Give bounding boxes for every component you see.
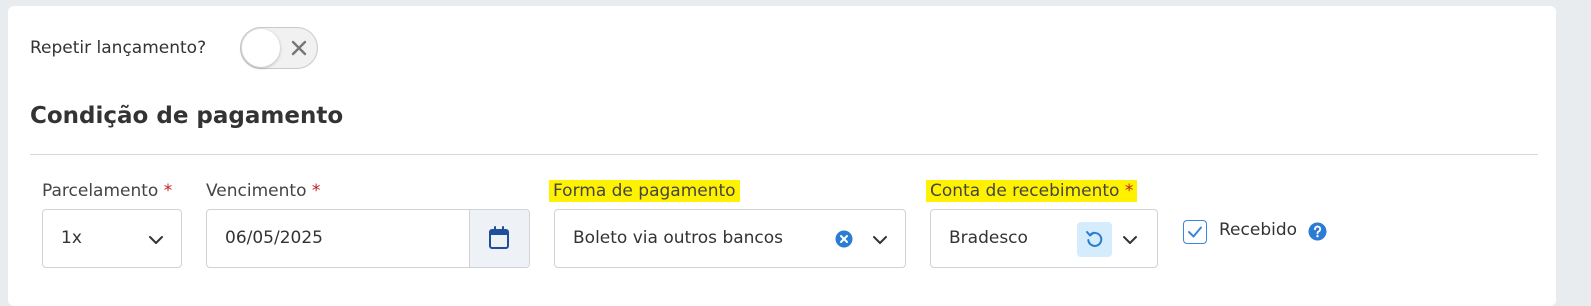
clear-icon[interactable] (835, 230, 853, 252)
required-marker: * (1124, 181, 1134, 201)
forma-pagamento-value: Boleto via outros bancos (573, 228, 784, 248)
parcelamento-label: Parcelamento * (42, 180, 172, 202)
parcelamento-select[interactable]: 1x (42, 209, 182, 268)
recebido-checkbox[interactable] (1183, 220, 1207, 244)
vencimento-label: Vencimento * (206, 180, 320, 202)
required-marker: * (311, 181, 321, 201)
reset-button[interactable] (1077, 222, 1112, 257)
conta-recebimento-select[interactable]: Bradesco (930, 209, 1158, 268)
section-title: Condição de pagamento (30, 103, 344, 129)
conta-recebimento-label-text: Conta de recebimento (930, 181, 1120, 201)
repeat-label: Repetir lançamento? (30, 38, 207, 58)
required-marker: * (163, 181, 173, 201)
divider (30, 154, 1538, 155)
date-picker-button[interactable] (469, 210, 529, 267)
conta-recebimento-value: Bradesco (949, 228, 1028, 248)
forma-pagamento-select[interactable]: Boleto via outros bancos (554, 209, 906, 268)
repeat-toggle[interactable] (240, 27, 318, 69)
forma-pagamento-label: Forma de pagamento (549, 180, 740, 202)
forma-pagamento-label-text: Forma de pagamento (553, 181, 736, 201)
chevron-down-icon[interactable] (1121, 231, 1139, 253)
chevron-down-icon[interactable] (147, 231, 165, 253)
vencimento-label-text: Vencimento (206, 181, 307, 201)
help-icon[interactable] (1308, 222, 1327, 245)
vencimento-date-field[interactable]: 06/05/2025 (206, 209, 530, 268)
toggle-knob (242, 29, 280, 67)
close-icon (289, 38, 309, 62)
chevron-down-icon[interactable] (871, 231, 889, 253)
conta-recebimento-label: Conta de recebimento * (926, 180, 1138, 202)
calendar-icon (489, 226, 509, 249)
check-icon (1188, 226, 1202, 238)
parcelamento-label-text: Parcelamento (42, 181, 159, 201)
parcelamento-value: 1x (61, 228, 82, 248)
recebido-label: Recebido (1219, 220, 1298, 240)
reset-icon (1086, 231, 1103, 247)
vencimento-value: 06/05/2025 (225, 228, 323, 248)
